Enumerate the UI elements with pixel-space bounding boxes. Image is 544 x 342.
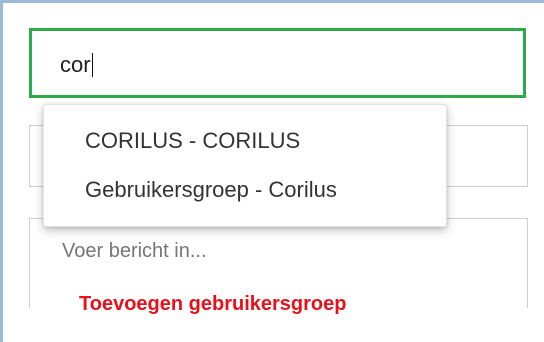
recipient-search-input[interactable]: cor: [29, 28, 526, 98]
search-input-text: cor: [60, 52, 93, 78]
window-frame-top: [0, 0, 544, 3]
search-input-value: cor: [60, 52, 91, 77]
autocomplete-dropdown: CORILUS - CORILUS Gebruikersgroep - Cori…: [43, 104, 447, 227]
text-caret: [91, 53, 93, 77]
autocomplete-option[interactable]: CORILUS - CORILUS: [44, 119, 446, 163]
window-frame-left: [0, 0, 3, 342]
autocomplete-option[interactable]: Gebruikersgroep - Corilus: [44, 168, 446, 212]
add-user-group-link[interactable]: Toevoegen gebruikersgroep: [79, 292, 346, 316]
message-placeholder: Voer bericht in...: [62, 240, 207, 262]
